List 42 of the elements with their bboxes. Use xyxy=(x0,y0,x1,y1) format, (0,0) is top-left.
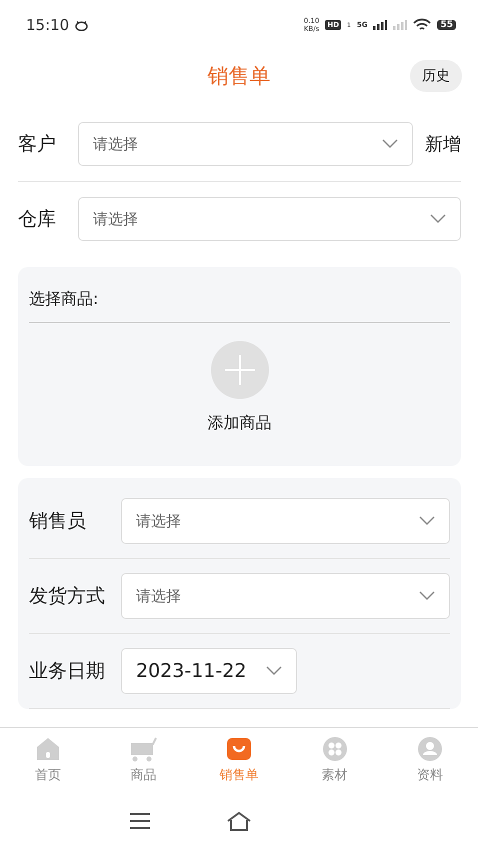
placeholder-text: 请选择 xyxy=(93,210,138,228)
signal-icon xyxy=(373,20,388,30)
add-new-link[interactable]: 新增 xyxy=(425,132,461,156)
menu-icon[interactable] xyxy=(129,812,151,830)
placeholder-text: 请选择 xyxy=(136,512,181,530)
date-value: 2023-11-22 xyxy=(136,660,246,682)
person-icon xyxy=(417,736,444,762)
field-label: 销售员 xyxy=(29,509,87,534)
chevron-down-icon xyxy=(419,591,435,601)
chevron-down-icon xyxy=(382,139,398,149)
chevron-down-icon xyxy=(419,516,435,526)
field-label: 发货方式 xyxy=(29,584,106,609)
placeholder-text: 请选择 xyxy=(136,586,181,606)
date-field[interactable]: 2023-11-22 xyxy=(121,648,297,694)
page-title: 销售单 xyxy=(208,63,270,90)
wifi-icon xyxy=(413,18,432,32)
tab-item[interactable]: 首页 xyxy=(0,728,96,792)
select-field[interactable]: 请选择 xyxy=(121,498,450,544)
chevron-down-icon xyxy=(266,666,282,676)
history-button[interactable]: 历史 xyxy=(410,60,462,92)
tab-item[interactable]: 资料 xyxy=(382,728,478,792)
tab-item[interactable]: 商品 xyxy=(96,728,192,792)
chevron-down-icon xyxy=(430,214,446,224)
home-icon[interactable] xyxy=(226,811,252,831)
field-label: 客户 xyxy=(18,132,57,157)
battery-level: 55 xyxy=(437,20,456,30)
shopping-bag-icon xyxy=(226,736,252,762)
home-icon xyxy=(34,736,61,762)
select-field[interactable]: 请选择 xyxy=(78,197,461,241)
section-title: 选择商品: xyxy=(29,279,450,323)
field-label: 业务日期 xyxy=(29,659,106,684)
field-label: 仓库 xyxy=(18,207,57,232)
select-field[interactable]: 请选择 xyxy=(78,122,413,166)
add-product-label[interactable]: 添加商品 xyxy=(208,413,272,434)
tab-item[interactable]: 素材 xyxy=(286,728,382,792)
signal-icon xyxy=(393,20,408,30)
cat-face-icon xyxy=(75,20,88,30)
select-field[interactable]: 请选择 xyxy=(121,573,450,619)
clock-time: 15:10 xyxy=(26,16,70,34)
placeholder-text: 请选择 xyxy=(93,134,138,154)
grid-icon xyxy=(322,736,348,762)
cart-icon xyxy=(129,736,158,762)
